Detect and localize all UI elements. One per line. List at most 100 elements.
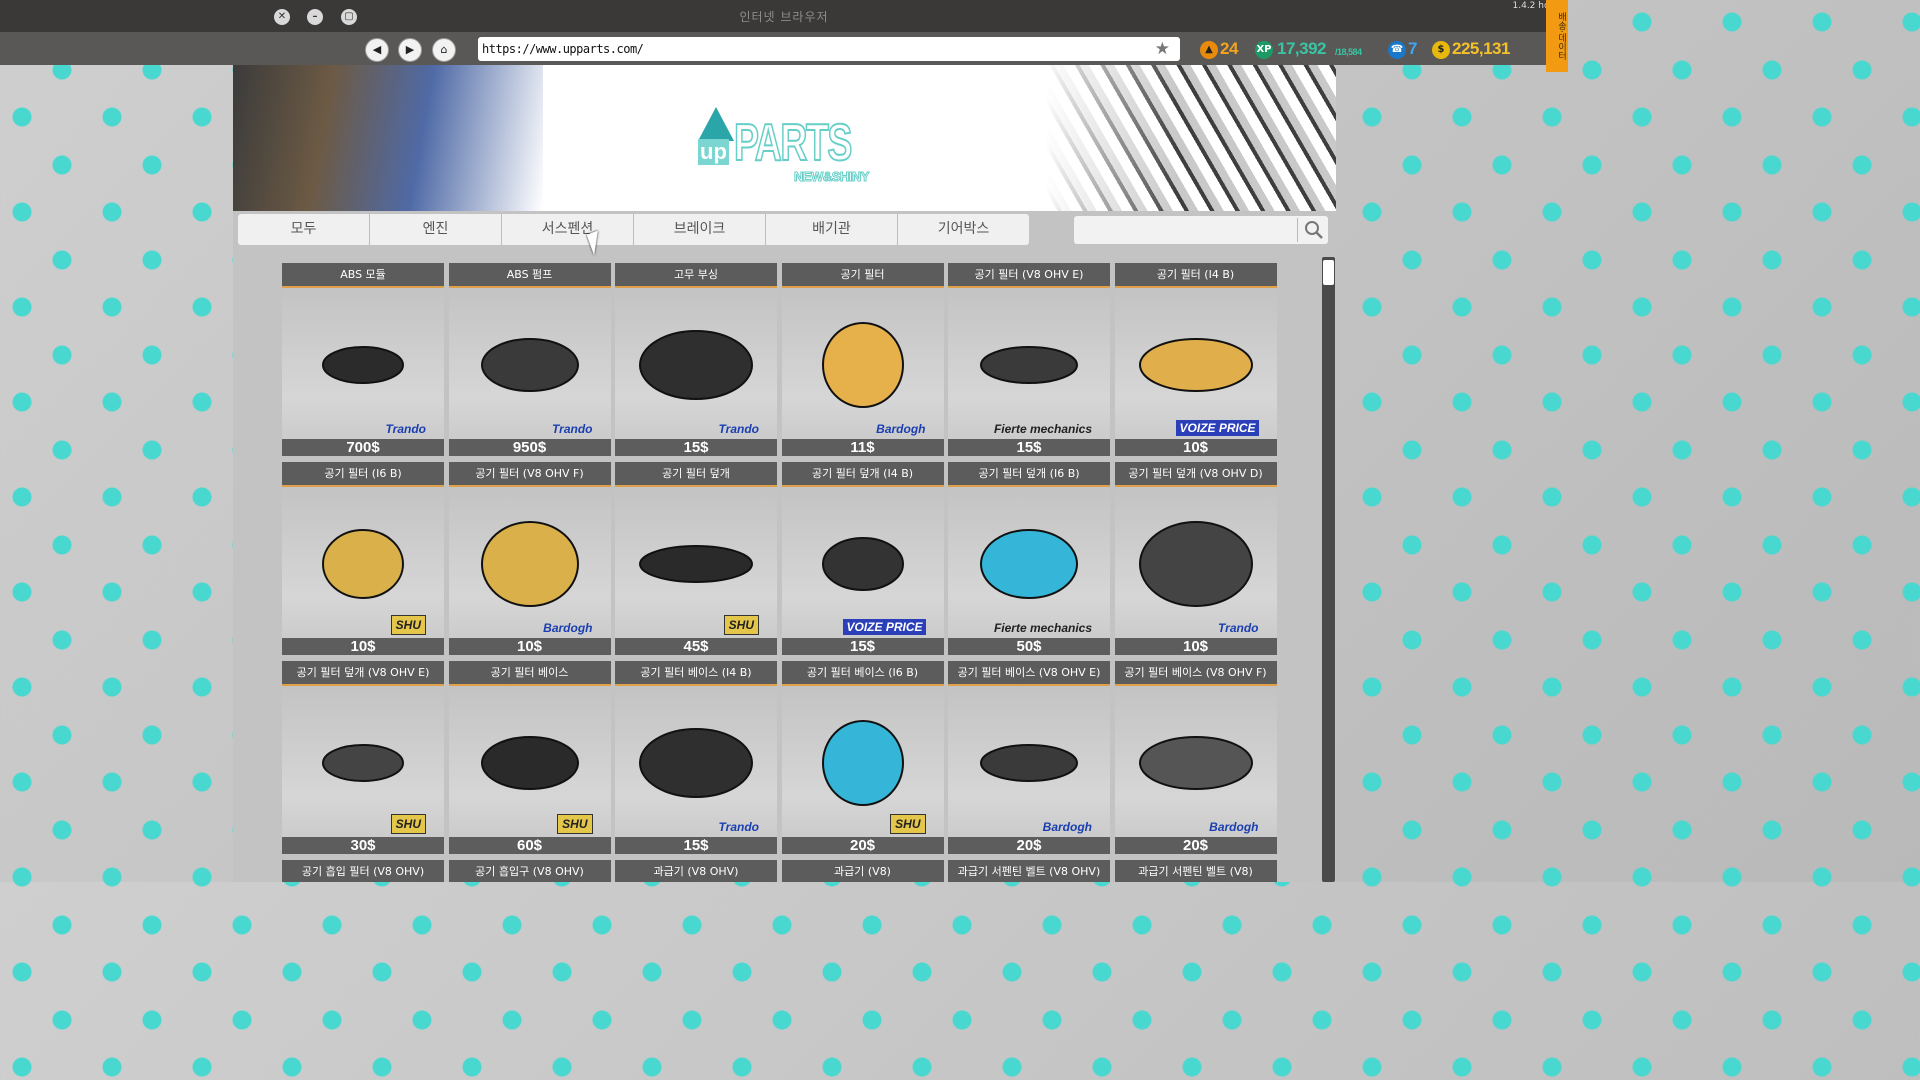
money-value: 225,131 [1452,39,1510,58]
product-price: 10$ [448,638,611,655]
product-card[interactable]: 공기 필터 베이스 (I6 B) SHU 20$ [781,661,944,854]
tab-all[interactable]: 모두 [238,214,370,245]
brand-logo: Trando [718,422,759,436]
tab-brakes[interactable]: 브레이크 [634,214,766,245]
brand-logo: Fierte mechanics [993,422,1092,436]
product-card[interactable]: ABS 모듈 Trando 700$ [282,263,444,456]
calls-value: 7 [1408,39,1417,58]
product-name: 공기 필터 (I6 B) [282,462,444,487]
product-card[interactable]: ABS 펌프 Trando 950$ [448,263,611,456]
product-card[interactable]: 공기 필터 (I6 B) SHU 10$ [282,462,444,655]
product-image [1135,701,1257,811]
xp-value: 17,392 [1277,39,1327,58]
brand-logo: SHU [390,814,426,834]
brand-logo: Bardogh [1042,820,1092,834]
browser-nav-bar: ◀ ▶ ⌂ https://www.upparts.com/ ★ ▲ 24 XP… [0,32,1568,65]
product-image [968,502,1090,612]
product-card[interactable]: 공기 필터 덮개 (I6 B) Fierte mechanics 50$ [948,462,1110,655]
page-scrollbar[interactable] [1322,257,1335,882]
product-image [469,701,591,811]
product-card[interactable]: 공기 필터 덮개 (V8 OHV E) SHU 30$ [282,661,444,854]
product-price: 15$ [781,638,944,655]
product-grid: ABS 모듈 Trando 700$ ABS 펌프 Trando 950$ 고무 부싱 Tra… [282,263,1278,882]
tab-engine[interactable]: 엔진 [370,214,502,245]
product-name: 공기 필터 베이스 (I4 B) [615,661,777,686]
tab-gearbox[interactable]: 기어박스 [898,214,1029,245]
product-card[interactable]: 공기 필터 베이스 (V8 OHV F) Bardogh 20$ [1114,661,1277,854]
product-card[interactable]: 과급기 서펜틴 벨트 (V8 OHV) [948,860,1110,882]
brand-logo: Trando [718,820,759,834]
tab-suspension[interactable]: 서스펜션 [502,214,634,245]
brand-logo: SHU [390,615,426,635]
product-price: 15$ [615,837,777,854]
url-text: https://www.upparts.com/ [482,42,644,56]
search-divider [1297,218,1298,242]
brand-logo: SHU [557,814,593,834]
brand-logo: VOIZE PRICE [843,619,926,635]
engine-banner-image [233,65,543,211]
web-page: up PARTS NEW&SHINY 모두 엔진 서스펜션 브레이크 배기관 기… [233,65,1336,882]
bookmark-star-icon[interactable]: ★ [1155,39,1170,59]
category-tabs: 모두 엔진 서스펜션 브레이크 배기관 기어박스 [238,214,1029,245]
product-card[interactable]: 공기 필터 덮개 (I4 B) VOIZE PRICE 15$ [781,462,944,655]
product-name: 과급기 (V8) [781,860,944,882]
product-card[interactable]: 공기 필터 덮개 SHU 45$ [615,462,777,655]
product-price: 20$ [781,837,944,854]
brand-logo: Trando [1218,621,1259,635]
product-card[interactable]: 공기 필터 (V8 OHV F) Bardogh 10$ [448,462,611,655]
product-price: 45$ [615,638,777,655]
address-bar[interactable]: https://www.upparts.com/ ★ [478,37,1180,61]
product-name: 공기 필터 덮개 [615,462,777,487]
product-card[interactable]: 공기 필터 베이스 (I4 B) Trando 15$ [615,661,777,854]
brand-logo: Fierte mechanics [993,621,1092,635]
product-image [1135,303,1257,413]
brand-logo: Bardogh [876,422,926,436]
product-price: 10$ [1114,638,1277,655]
forward-icon[interactable]: ▶ [398,38,422,62]
product-name: 공기 필터 (V8 OHV E) [948,263,1110,288]
product-price: 30$ [282,837,444,854]
product-image [802,303,924,413]
product-price: 10$ [1114,439,1277,456]
product-card[interactable]: 공기 필터 베이스 SHU 60$ [448,661,611,854]
search-box[interactable] [1074,216,1328,244]
product-price: 50$ [948,638,1110,655]
home-icon[interactable]: ⌂ [432,38,456,62]
side-notification-tab[interactable]: 배송·데이터 [1546,0,1568,72]
product-card[interactable]: 공기 필터 (I4 B) VOIZE PRICE 10$ [1114,263,1277,456]
product-image [469,303,591,413]
product-name: 공기 필터 베이스 (I6 B) [781,661,944,686]
search-icon[interactable] [1304,220,1324,240]
product-card[interactable]: 과급기 (V8) [781,860,944,882]
window-title: 인터넷 브라우저 [739,10,829,24]
back-icon[interactable]: ◀ [365,38,389,62]
product-name: ABS 펌프 [448,263,611,288]
site-banner: up PARTS NEW&SHINY [233,65,1336,211]
product-image [802,701,924,811]
product-card[interactable]: 공기 필터 덮개 (V8 OHV D) Trando 10$ [1114,462,1277,655]
product-image [802,502,924,612]
product-card[interactable]: 공기 필터 Bardogh 11$ [781,263,944,456]
product-card[interactable]: 공기 흡입구 (V8 OHV) [448,860,611,882]
product-price: 15$ [615,439,777,456]
product-card[interactable]: 공기 필터 (V8 OHV E) Fierte mechanics 15$ [948,263,1110,456]
tab-exhaust[interactable]: 배기관 [766,214,898,245]
product-image [469,502,591,612]
product-card[interactable]: 과급기 (V8 OHV) [615,860,777,882]
product-card[interactable]: 공기 필터 베이스 (V8 OHV E) Bardogh 20$ [948,661,1110,854]
xp-max: /18,584 [1335,47,1362,57]
product-card[interactable]: 고무 부싱 Trando 15$ [615,263,777,456]
product-image [968,303,1090,413]
product-name: 과급기 서펜틴 벨트 (V8) [1114,860,1277,882]
site-logo[interactable]: up PARTS NEW&SHINY [698,107,873,187]
product-card[interactable]: 과급기 서펜틴 벨트 (V8) [1114,860,1277,882]
logo-triangle-icon [698,107,734,141]
product-name: 공기 흡입구 (V8 OHV) [448,860,611,882]
level-value: 24 [1220,39,1238,58]
logo-main-text: PARTS [733,113,853,173]
product-card[interactable]: 공기 흡입 필터 (V8 OHV) [282,860,444,882]
scroll-thumb[interactable] [1323,260,1334,285]
product-price: 20$ [948,837,1110,854]
product-price: 700$ [282,439,444,456]
product-name: 공기 흡입 필터 (V8 OHV) [282,860,444,882]
